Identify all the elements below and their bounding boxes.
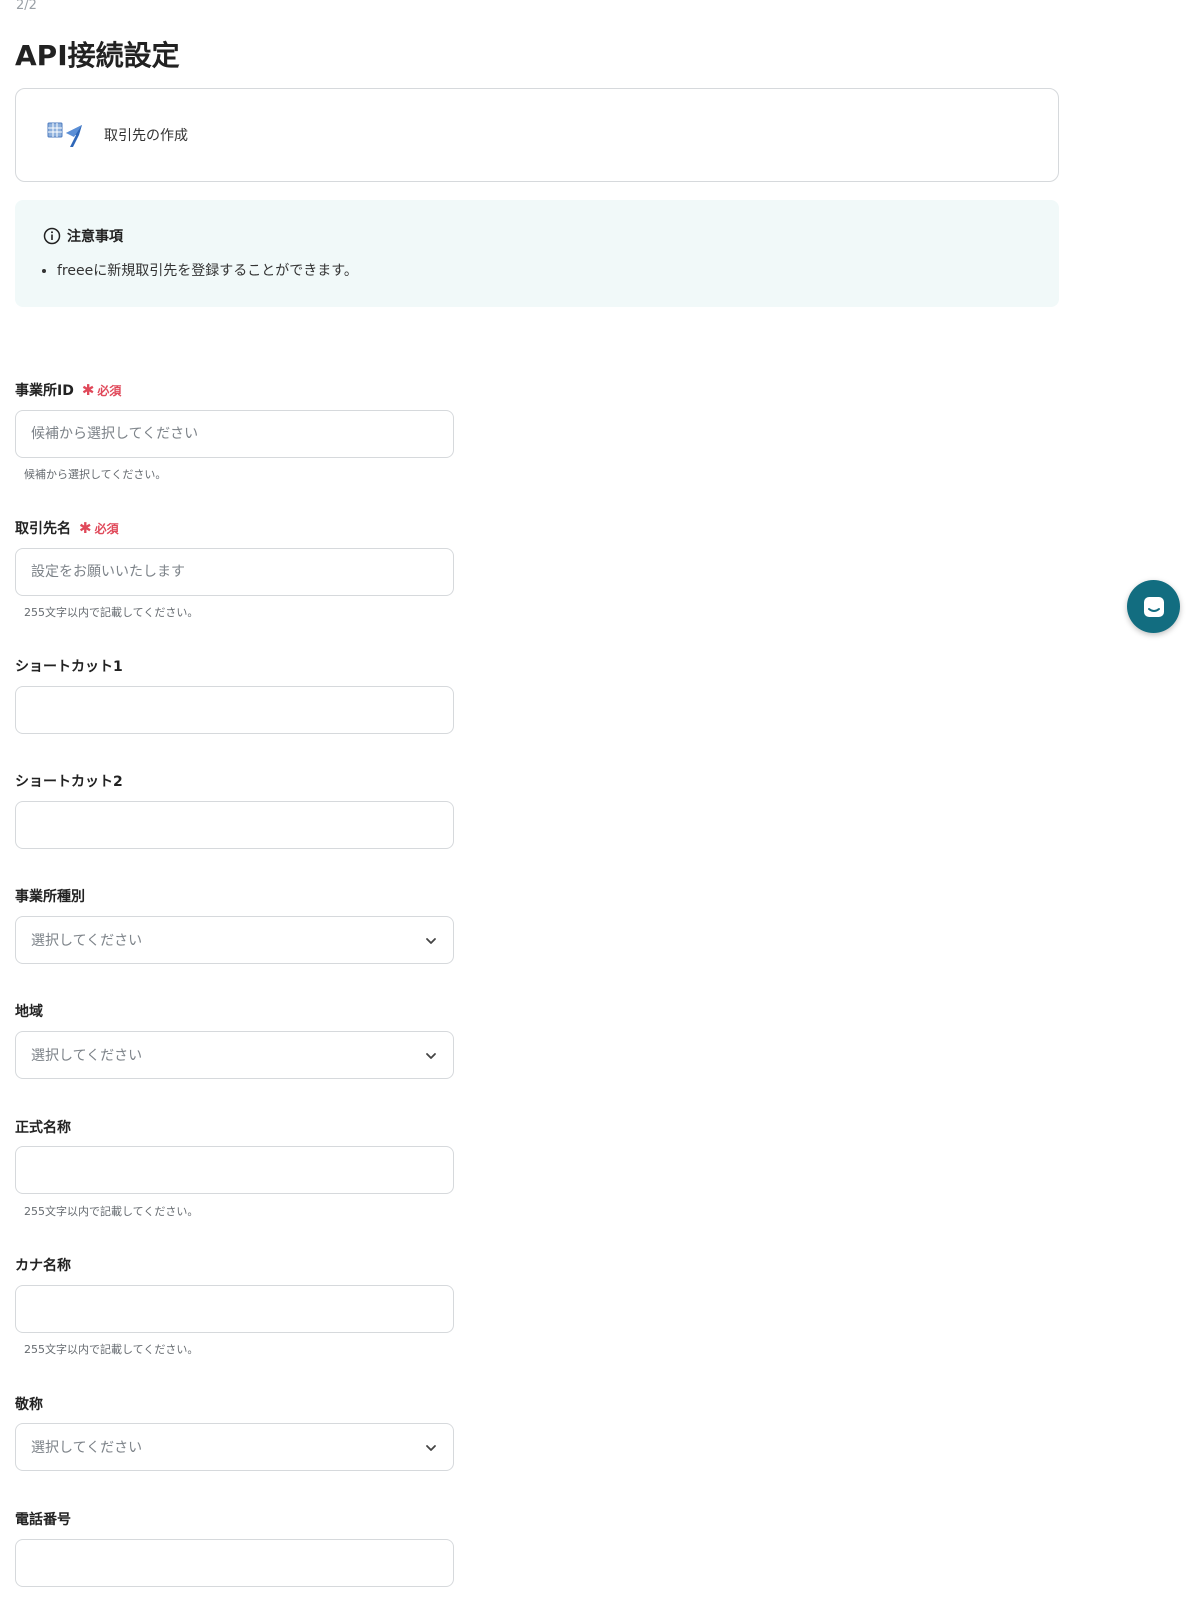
- required-text: 必須: [97, 383, 122, 398]
- office-type-select[interactable]: 選択してください: [15, 916, 454, 964]
- page-title: API接続設定: [15, 39, 180, 72]
- partner-name-hint: 255文字以内で記載してください。: [24, 606, 199, 619]
- notice-item: freeeに新規取引先を登録することができます。: [57, 260, 358, 280]
- office-id-input[interactable]: [15, 410, 454, 458]
- field-label-shortcut1: ショートカット1: [15, 656, 123, 676]
- phone-input[interactable]: [15, 1539, 454, 1587]
- field-label-phone: 電話番号: [15, 1509, 71, 1529]
- field-label-office-id: 事業所ID ✱ 必須: [15, 380, 121, 400]
- app-card: 取引先の作成: [15, 88, 1059, 182]
- app-action-label: 取引先の作成: [104, 128, 188, 144]
- chevron-down-icon: [424, 1048, 438, 1062]
- field-label-shortcut2: ショートカット2: [15, 771, 123, 791]
- shortcut1-input[interactable]: [15, 686, 454, 734]
- region-select[interactable]: 選択してください: [15, 1031, 454, 1079]
- official-name-input[interactable]: [15, 1146, 454, 1194]
- field-label-text: 電話番号: [15, 1512, 71, 1528]
- select-value: 選択してください: [31, 933, 143, 949]
- chevron-down-icon: [424, 933, 438, 947]
- field-label-text: 取引先名: [15, 521, 71, 537]
- required-badge: ✱ 必須: [79, 520, 119, 537]
- step-indicator: 2/2: [16, 0, 37, 13]
- freee-app-icon: [46, 119, 86, 151]
- field-label-kana-name: カナ名称: [15, 1255, 71, 1275]
- partner-name-input[interactable]: [15, 548, 454, 596]
- notice-list: freeeに新規取引先を登録することができます。: [43, 260, 358, 280]
- asterisk-icon: ✱: [81, 380, 95, 399]
- required-text: 必須: [94, 521, 119, 536]
- chevron-down-icon: [424, 1440, 438, 1454]
- shortcut2-input[interactable]: [15, 801, 454, 849]
- field-label-partner-name: 取引先名 ✱ 必須: [15, 518, 119, 538]
- chat-icon: [1141, 594, 1167, 620]
- field-label-text: 正式名称: [15, 1120, 71, 1136]
- honorific-select[interactable]: 選択してください: [15, 1423, 454, 1471]
- page: 2/2 API接続設定 取引先の作成 注意事項 • freeeに新規取引先を登録…: [0, 0, 1200, 1600]
- field-label-text: ショートカット2: [15, 774, 123, 790]
- notice-header: 注意事項: [43, 226, 123, 246]
- info-icon: [43, 227, 61, 245]
- field-label-text: 地域: [15, 1004, 43, 1020]
- kana-name-input[interactable]: [15, 1285, 454, 1333]
- field-label-text: 事業所種別: [15, 889, 85, 905]
- field-label-office-type: 事業所種別: [15, 886, 85, 906]
- field-label-official-name: 正式名称: [15, 1117, 71, 1137]
- field-label-text: カナ名称: [15, 1258, 71, 1274]
- select-value: 選択してください: [31, 1048, 143, 1064]
- field-label-honorific: 敬称: [15, 1394, 43, 1414]
- office-id-hint: 候補から選択してください。: [24, 468, 167, 481]
- required-badge: ✱ 必須: [82, 382, 122, 399]
- notice-box: 注意事項 freeeに新規取引先を登録することができます。: [15, 200, 1059, 307]
- asterisk-icon: ✱: [79, 518, 92, 537]
- kana-name-hint: 255文字以内で記載してください。: [24, 1343, 199, 1356]
- chat-button[interactable]: [1127, 580, 1180, 633]
- field-label-text: 事業所ID: [15, 383, 74, 399]
- field-label-text: ショートカット1: [15, 659, 123, 675]
- field-label-region: 地域: [15, 1001, 43, 1021]
- notice-title: 注意事項: [67, 229, 123, 245]
- official-name-hint: 255文字以内で記載してください。: [24, 1205, 199, 1218]
- select-value: 選択してください: [31, 1440, 143, 1456]
- field-label-text: 敬称: [15, 1397, 43, 1413]
